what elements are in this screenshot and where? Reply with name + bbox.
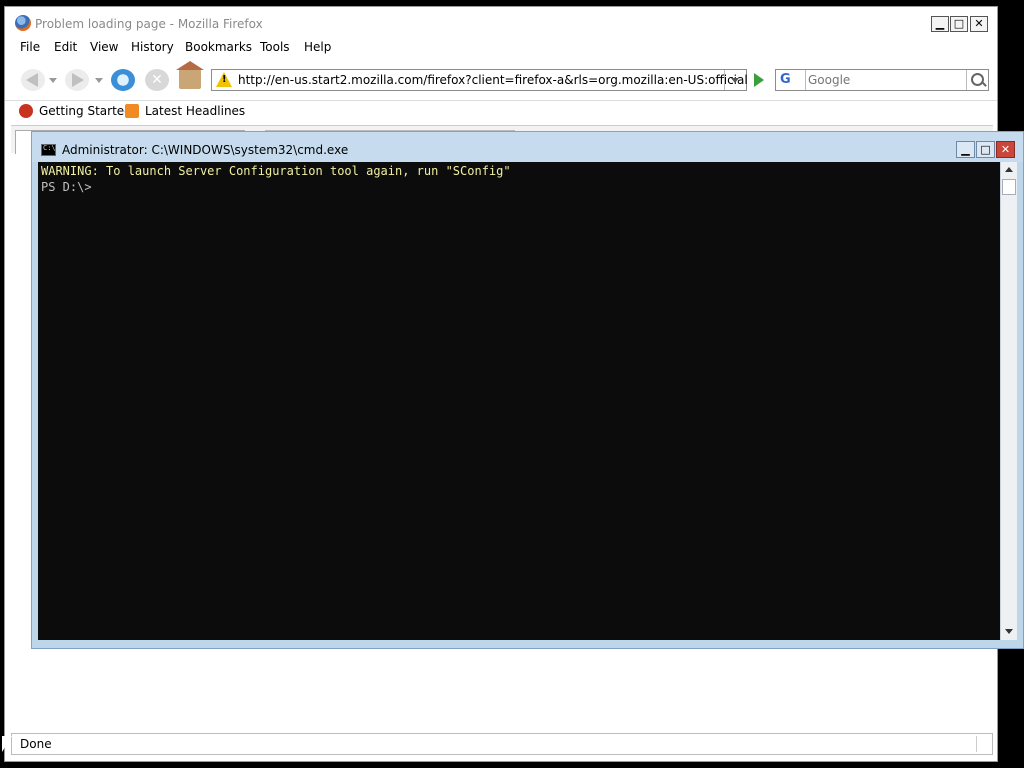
back-arrow-icon[interactable] — [21, 69, 45, 91]
bookmark-getting-started[interactable]: Getting Started — [39, 104, 132, 118]
window-title: Problem loading page - Mozilla Firefox — [35, 17, 263, 31]
cmd-icon — [41, 144, 56, 156]
rss-icon — [125, 104, 139, 118]
cmd-titlebar[interactable]: Administrator: C:\WINDOWS\system32\cmd.e… — [32, 132, 1023, 162]
status-text: Done — [20, 737, 52, 751]
console-prompt-line: PS D:\> — [41, 180, 92, 194]
menu-bar: File Edit View History Bookmarks Tools H… — [5, 38, 997, 87]
bookmark-latest-headlines[interactable]: Latest Headlines — [145, 104, 245, 118]
url-history-dropdown[interactable] — [724, 70, 746, 90]
navigation-toolbar: ✕ ! http://en-us.start2.mozilla.com/fire… — [9, 61, 989, 95]
go-arrow-icon[interactable] — [749, 71, 769, 89]
warning-icon: ! — [216, 72, 232, 87]
forward-arrow-icon[interactable] — [65, 69, 89, 91]
menu-help[interactable]: Help — [304, 40, 331, 54]
menu-edit[interactable]: Edit — [54, 40, 77, 54]
console-warning-line: WARNING: To launch Server Configuration … — [41, 164, 511, 178]
scroll-down-icon[interactable] — [1001, 624, 1017, 640]
back-history-dropdown[interactable] — [49, 78, 57, 83]
forward-history-dropdown[interactable] — [95, 78, 103, 83]
cmd-title: Administrator: C:\WINDOWS\system32\cmd.e… — [62, 143, 349, 157]
menu-bookmarks[interactable]: Bookmarks — [185, 40, 252, 54]
magnifier-icon[interactable] — [966, 70, 988, 90]
firefox-titlebar[interactable]: Problem loading page - Mozilla Firefox ▁… — [5, 7, 997, 35]
cmd-close-button[interactable]: ✕ — [996, 141, 1015, 158]
cmd-window: Administrator: C:\WINDOWS\system32\cmd.e… — [31, 131, 1024, 649]
search-engine-selector[interactable]: G — [776, 70, 806, 90]
stop-icon[interactable]: ✕ — [145, 69, 169, 91]
cmd-maximize-button[interactable]: □ — [976, 141, 995, 158]
menu-file[interactable]: File — [20, 40, 40, 54]
url-bar[interactable]: ! http://en-us.start2.mozilla.com/firefo… — [211, 69, 748, 91]
maximize-button[interactable]: □ — [950, 16, 968, 32]
scroll-up-icon[interactable] — [1001, 162, 1017, 178]
mouse-cursor-icon — [2, 736, 12, 752]
firefox-logo-icon — [15, 15, 31, 31]
console-area[interactable]: WARNING: To launch Server Configuration … — [38, 162, 1000, 640]
search-box: G — [775, 69, 989, 91]
status-bar: Done — [11, 733, 993, 755]
home-icon[interactable] — [176, 61, 204, 89]
reload-icon[interactable] — [111, 69, 135, 91]
scroll-thumb[interactable] — [1002, 179, 1016, 195]
menu-tools[interactable]: Tools — [260, 40, 290, 54]
minimize-button[interactable]: ▁ — [931, 16, 949, 32]
search-input[interactable] — [808, 72, 958, 88]
menu-history[interactable]: History — [131, 40, 174, 54]
cmd-scrollbar[interactable] — [1000, 162, 1017, 640]
close-button[interactable]: ✕ — [970, 16, 988, 32]
getting-started-icon — [19, 104, 33, 118]
bookmarks-toolbar: Getting Started Latest Headlines — [5, 100, 997, 122]
menu-view[interactable]: View — [90, 40, 118, 54]
resize-grip[interactable] — [976, 736, 990, 752]
cmd-minimize-button[interactable]: ▁ — [956, 141, 975, 158]
url-text[interactable]: http://en-us.start2.mozilla.com/firefox?… — [238, 73, 748, 87]
